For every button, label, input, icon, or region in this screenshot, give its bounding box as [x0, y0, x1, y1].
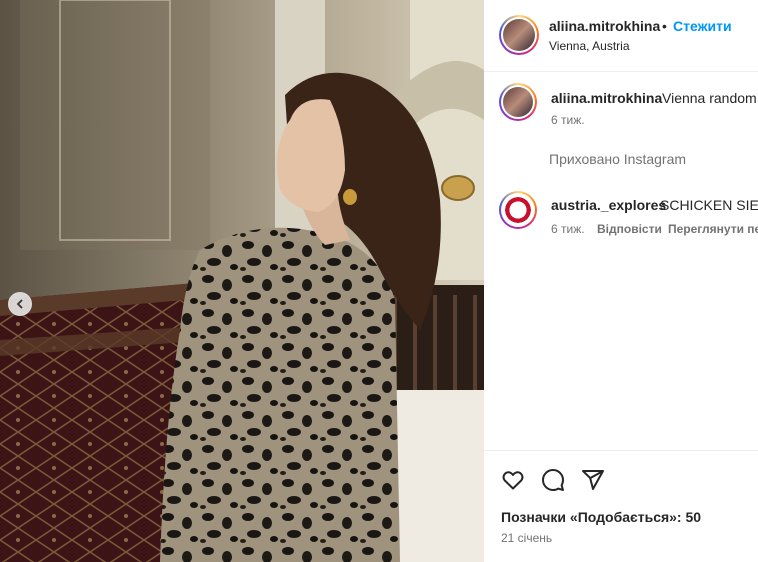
caption-time[interactable]: 6 тиж. — [551, 113, 585, 127]
heart-icon[interactable] — [501, 468, 525, 492]
previous-photo-button[interactable] — [8, 292, 32, 316]
view-translation-button[interactable]: Переглянути пе — [668, 222, 758, 236]
caption-author-avatar[interactable] — [499, 83, 537, 121]
reply-button[interactable]: Відповісти — [597, 222, 662, 236]
photo-image — [0, 0, 484, 562]
post-location[interactable]: Vienna, Austria — [549, 39, 630, 53]
author-avatar[interactable] — [499, 15, 539, 55]
post-sidebar: aliina.mitrokhina • Стежити Vienna, Aust… — [484, 0, 758, 562]
author-username[interactable]: aliina.mitrokhina — [549, 18, 660, 34]
separator-dot: • — [662, 18, 667, 34]
chevron-left-icon — [16, 299, 23, 309]
post-header: aliina.mitrokhina • Стежити Vienna, Aust… — [484, 0, 758, 72]
share-icon[interactable] — [581, 468, 605, 492]
comment-icon[interactable] — [541, 468, 565, 492]
post-date[interactable]: 21 січень — [501, 531, 552, 545]
likes-count[interactable]: Позначки «Подобається»: 50 — [501, 509, 701, 525]
caption-author-username[interactable]: aliina.mitrokhina — [551, 90, 662, 106]
post-photo — [0, 0, 484, 562]
comment-text: SCHICKEN SIE E — [660, 197, 758, 213]
follow-button[interactable]: Стежити — [673, 18, 732, 34]
caption-text: Vienna random — [662, 90, 757, 106]
commenter-avatar[interactable] — [499, 191, 537, 229]
hidden-by-instagram-notice: Приховано Instagram — [549, 151, 687, 167]
commenter-username[interactable]: austria._explores — [551, 197, 666, 213]
comment-time[interactable]: 6 тиж. — [551, 222, 585, 236]
post-actions: Позначки «Подобається»: 50 21 січень — [484, 450, 758, 562]
